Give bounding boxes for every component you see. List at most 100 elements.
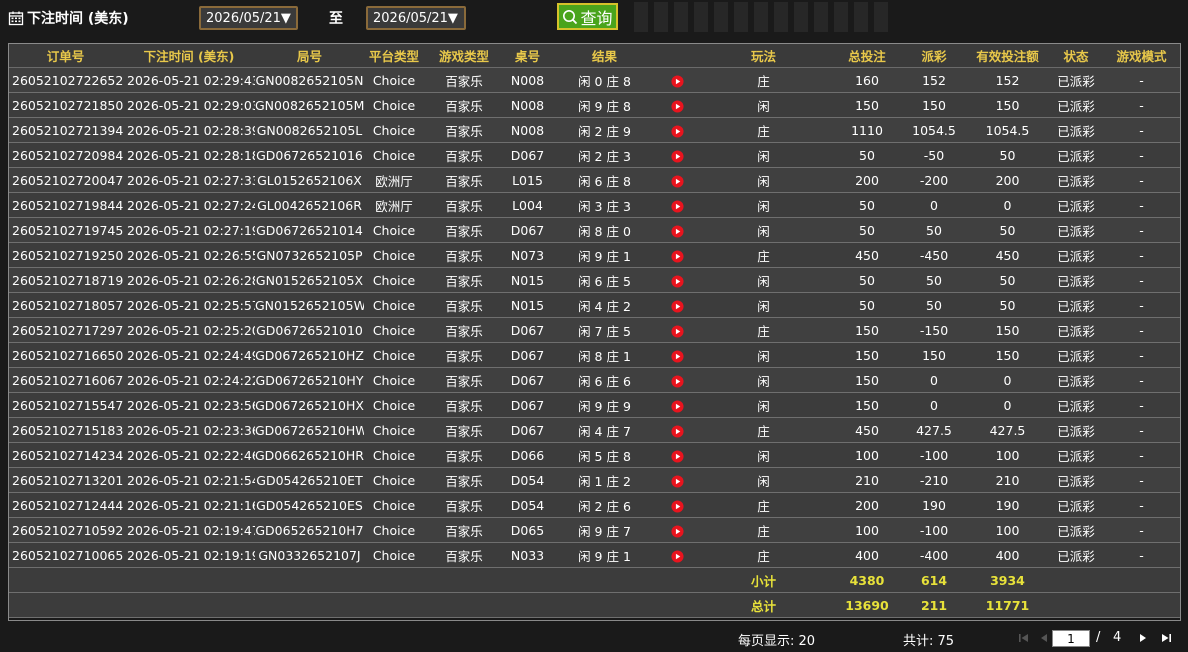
replay-cell[interactable]	[658, 542, 696, 568]
play-replay-icon[interactable]	[670, 349, 684, 363]
bet-type-cell: 庄	[696, 242, 831, 268]
date-from-select[interactable]: 2026/05/21▼	[199, 6, 298, 30]
replay-cell[interactable]	[658, 92, 696, 118]
game-mode-cell: -	[1102, 467, 1181, 493]
result-cell: 闲 0 庄 8	[551, 67, 658, 93]
search-icon	[563, 9, 578, 24]
table-no-cell: D067	[504, 367, 551, 393]
replay-cell[interactable]	[658, 492, 696, 518]
play-replay-icon[interactable]	[670, 199, 684, 213]
subtotal-valid: 3934	[965, 567, 1050, 593]
valid-bet-cell: 50	[965, 142, 1050, 168]
play-replay-icon[interactable]	[670, 449, 684, 463]
next-page-icon[interactable]	[1136, 631, 1150, 645]
status-cell: 已派彩	[1050, 492, 1102, 518]
play-replay-icon[interactable]	[670, 249, 684, 263]
to-label: 至	[329, 11, 343, 27]
round-id-cell: GL0042652106R	[255, 192, 364, 218]
table-no-cell: D066	[504, 442, 551, 468]
table-no-cell: D067	[504, 417, 551, 443]
status-cell: 已派彩	[1050, 367, 1102, 393]
total-bet-cell: 150	[831, 342, 903, 368]
platform-cell: Choice	[364, 442, 424, 468]
replay-cell[interactable]	[658, 167, 696, 193]
table-no-cell: D067	[504, 392, 551, 418]
play-replay-icon[interactable]	[670, 124, 684, 138]
platform-cell: Choice	[364, 342, 424, 368]
status-cell: 已派彩	[1050, 342, 1102, 368]
replay-cell[interactable]	[658, 442, 696, 468]
total-bet-cell: 50	[831, 267, 903, 293]
bet-type-cell: 庄	[696, 492, 831, 518]
play-replay-icon[interactable]	[670, 474, 684, 488]
play-replay-icon[interactable]	[670, 374, 684, 388]
valid-bet-cell: 150	[965, 317, 1050, 343]
bet-type-cell: 闲	[696, 442, 831, 468]
total-bet-cell: 50	[831, 142, 903, 168]
total-row: 总计 13690 211 11771	[8, 592, 1181, 618]
play-replay-icon[interactable]	[670, 174, 684, 188]
replay-cell[interactable]	[658, 117, 696, 143]
total-bet-cell: 210	[831, 467, 903, 493]
play-replay-icon[interactable]	[670, 549, 684, 563]
play-replay-icon[interactable]	[670, 399, 684, 413]
valid-bet-cell: 427.5	[965, 417, 1050, 443]
status-cell: 已派彩	[1050, 392, 1102, 418]
replay-cell[interactable]	[658, 142, 696, 168]
table-no-cell: L015	[504, 167, 551, 193]
game-type-cell: 百家乐	[424, 267, 504, 293]
play-replay-icon[interactable]	[670, 74, 684, 88]
replay-cell[interactable]	[658, 392, 696, 418]
order-id-cell: 260521027200476	[8, 167, 123, 193]
replay-cell[interactable]	[658, 367, 696, 393]
valid-bet-cell: 190	[965, 492, 1050, 518]
replay-cell[interactable]	[658, 267, 696, 293]
status-cell: 已派彩	[1050, 167, 1102, 193]
table-no-cell: D054	[504, 467, 551, 493]
table-row: 260521027198448 2026-05-21 02:27:24 GL0042…	[8, 192, 1181, 218]
game-mode-cell: -	[1102, 367, 1181, 393]
play-replay-icon[interactable]	[670, 524, 684, 538]
game-type-cell: 百家乐	[424, 342, 504, 368]
play-replay-icon[interactable]	[670, 224, 684, 238]
table-row: 260521027100652 2026-05-21 02:19:19 GN0332…	[8, 542, 1181, 568]
total-pages-label: 4	[1113, 630, 1122, 645]
replay-cell[interactable]	[658, 292, 696, 318]
bet-time-cell: 2026-05-21 02:19:47	[123, 517, 255, 543]
table-no-cell: N073	[504, 242, 551, 268]
platform-cell: 欧洲厅	[364, 167, 424, 193]
replay-cell[interactable]	[658, 192, 696, 218]
replay-cell[interactable]	[658, 517, 696, 543]
replay-cell[interactable]	[658, 417, 696, 443]
play-replay-icon[interactable]	[670, 149, 684, 163]
result-cell: 闲 9 庄 1	[551, 242, 658, 268]
play-replay-icon[interactable]	[670, 299, 684, 313]
page-number-input[interactable]	[1052, 630, 1090, 647]
play-replay-icon[interactable]	[670, 424, 684, 438]
game-type-cell: 百家乐	[424, 67, 504, 93]
game-type-cell: 百家乐	[424, 292, 504, 318]
replay-cell[interactable]	[658, 217, 696, 243]
platform-cell: Choice	[364, 142, 424, 168]
first-page-icon[interactable]	[1017, 631, 1031, 645]
replay-cell[interactable]	[658, 467, 696, 493]
subtotal-payout: 614	[903, 567, 965, 593]
play-replay-icon[interactable]	[670, 324, 684, 338]
replay-cell[interactable]	[658, 317, 696, 343]
bet-time-cell: 2026-05-21 02:25:57	[123, 292, 255, 318]
query-button[interactable]: 查询	[557, 3, 618, 30]
replay-cell[interactable]	[658, 342, 696, 368]
last-page-icon[interactable]	[1159, 631, 1173, 645]
col-valid-bet: 有效投注额	[965, 43, 1050, 68]
replay-cell[interactable]	[658, 242, 696, 268]
result-cell: 闲 9 庄 1	[551, 542, 658, 568]
valid-bet-cell: 100	[965, 442, 1050, 468]
prev-page-icon[interactable]	[1037, 631, 1051, 645]
faded-background-artifact	[634, 2, 894, 32]
replay-cell[interactable]	[658, 67, 696, 93]
date-to-select[interactable]: 2026/05/21▼	[366, 6, 466, 30]
bet-time-cell: 2026-05-21 02:27:33	[123, 167, 255, 193]
play-replay-icon[interactable]	[670, 99, 684, 113]
play-replay-icon[interactable]	[670, 499, 684, 513]
play-replay-icon[interactable]	[670, 274, 684, 288]
